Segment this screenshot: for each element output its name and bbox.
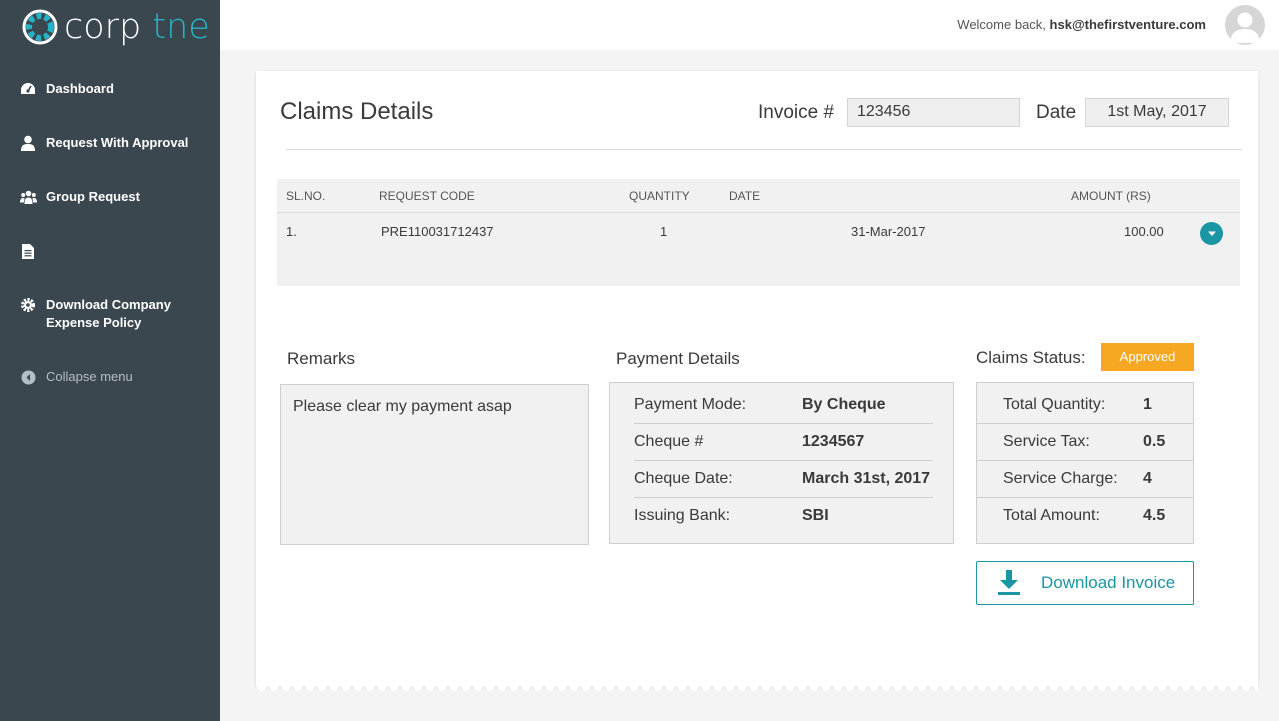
top-header: Welcome back, hsk@thefirstventure.com [220,0,1279,50]
payment-row: Cheque # 1234567 [634,424,933,461]
claims-summary-panel: Total Quantity: 1 Service Tax: 0.5 Servi… [976,382,1194,544]
summary-value: 1 [1143,396,1152,413]
date-label: Date [1036,102,1077,123]
sidebar-item-dashboard[interactable]: Dashboard [0,80,220,98]
summary-row: Total Amount: 4.5 [977,498,1193,535]
welcome-text: Welcome back, [957,17,1046,32]
payment-value: March 31st, 2017 [802,470,931,487]
sidebar: corp tne Dashboard Request With Approval… [0,0,220,721]
summary-row: Service Charge: 4 [977,461,1193,498]
page-title: Claims Details [280,98,434,125]
download-invoice-label: Download Invoice [1041,573,1176,592]
summary-label: Service Charge: [1003,470,1118,487]
divider [286,149,1242,150]
download-invoice-button[interactable]: Download Invoice [976,561,1194,605]
sidebar-collapse-menu[interactable]: Collapse menu [0,368,220,386]
sidebar-item-request-with-approval[interactable]: Request With Approval [0,134,220,152]
logo-gear-icon [22,9,58,45]
payment-value: 1234567 [802,433,865,450]
payment-row: Payment Mode: By Cheque [634,387,933,424]
sidebar-item-label: Download Company Expense Policy [46,297,171,330]
payment-label: Payment Mode: [634,396,747,413]
dashboard-icon [19,80,37,98]
sidebar-item-download-expense-policy[interactable]: Download Company Expense Policy [0,296,220,332]
summary-row: Total Quantity: 1 [977,387,1193,424]
payment-value: By Cheque [802,396,886,413]
avatar[interactable] [1225,5,1265,45]
summary-value: 0.5 [1143,433,1166,450]
brand-logo[interactable]: corp tne [18,4,210,50]
cell-date: 31-Mar-2017 [851,224,926,239]
table-row[interactable]: 1. PRE110031712437 1 31-Mar-2017 100.00 [277,213,1240,249]
table-header: SL.NO. REQUEST CODE QUANTITY DATE AMOUNT… [277,179,1240,213]
download-icon [997,570,1021,596]
claims-card: Claims Details Invoice # 123456 Date 1st… [256,71,1258,686]
payment-value: SBI [802,507,829,524]
group-icon [19,188,37,206]
remarks-text: Please clear my payment asap [280,384,589,545]
cell-request-code: PRE110031712437 [381,224,494,239]
summary-row: Service Tax: 0.5 [977,424,1193,461]
invoice-number-field[interactable]: 123456 [847,98,1020,127]
invoice-label: Invoice # [758,102,835,123]
chevron-down-icon [1207,231,1216,236]
sidebar-item-label: Dashboard [46,81,114,96]
column-header-amount: AMOUNT (RS) [1071,189,1151,203]
sidebar-item-document[interactable] [0,242,220,260]
brand-name: corp tne [64,7,210,47]
summary-value: 4 [1143,470,1152,487]
summary-value: 4.5 [1143,507,1166,524]
payment-label: Cheque # [634,433,704,450]
sidebar-item-label: Request With Approval [46,135,189,150]
column-header-quantity: QUANTITY [629,189,690,203]
gear-icon [19,296,37,314]
remarks-title: Remarks [287,349,356,368]
user-avatar-icon [1230,12,1260,43]
sidebar-item-label: Collapse menu [46,369,133,384]
payment-row: Cheque Date: March 31st, 2017 [634,461,933,498]
column-header-request-code: REQUEST CODE [379,189,475,203]
summary-label: Service Tax: [1003,433,1090,450]
welcome-message: Welcome back, hsk@thefirstventure.com [957,17,1206,32]
cell-quantity: 1 [660,224,668,239]
date-field[interactable]: 1st May, 2017 [1085,98,1229,127]
summary-label: Total Amount: [1003,507,1100,524]
payment-label: Cheque Date: [634,470,733,487]
sidebar-item-label: Group Request [46,189,140,204]
collapse-icon [19,368,37,386]
payment-label: Issuing Bank: [634,507,731,524]
payment-details-panel: Payment Mode: By Cheque Cheque # 1234567… [609,382,954,544]
cell-slno: 1. [286,224,297,239]
cell-amount: 100.00 [1124,224,1164,239]
claims-table: SL.NO. REQUEST CODE QUANTITY DATE AMOUNT… [277,179,1240,286]
payment-details-title: Payment Details [616,349,740,368]
column-header-date: DATE [729,189,761,203]
column-header-slno: SL.NO. [286,189,326,203]
payment-row: Issuing Bank: SBI [634,498,933,535]
torn-edge-decoration [256,680,1258,692]
user-email: hsk@thefirstventure.com [1049,17,1206,32]
sidebar-item-group-request[interactable]: Group Request [0,188,220,206]
document-icon [19,242,37,260]
summary-label: Total Quantity: [1003,396,1106,413]
row-expand-button[interactable] [1200,222,1223,245]
claims-status-title: Claims Status: [976,348,1086,367]
user-icon [19,134,37,152]
status-badge: Approved [1101,343,1194,371]
